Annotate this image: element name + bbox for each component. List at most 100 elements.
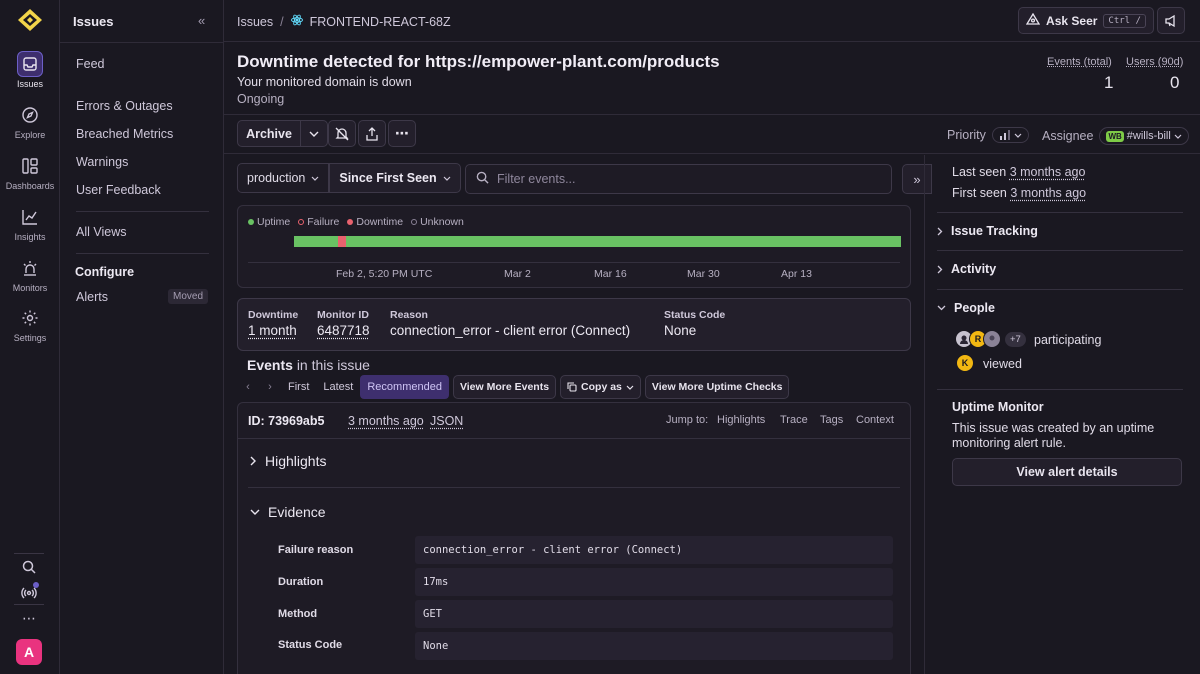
sidebar-item-user-feedback[interactable]: User Feedback [76,183,161,197]
siren-icon [17,255,43,281]
recommended-event-tab[interactable]: Recommended [360,375,449,399]
view-more-events-button[interactable]: View More Events [452,375,557,399]
chevron-down-icon [443,176,451,181]
divider [248,487,900,488]
chevron-down-icon[interactable] [301,121,327,146]
users-label[interactable]: Users (90d) [1126,56,1183,68]
jump-to-label: Jump to: [666,414,709,426]
top-bar: Issues / FRONTEND-REACT-68Z Ask Seer Ctr… [224,0,1200,42]
participant-avatars[interactable]: R +7 [955,330,1026,348]
evidence-label: Status Code [278,639,343,651]
issue-tracking-toggle[interactable]: Issue Tracking [937,224,1038,238]
breadcrumb-issues[interactable]: Issues [237,15,273,29]
events-total-label[interactable]: Events (total) [1047,56,1112,68]
environment-selector[interactable]: production [237,163,330,193]
search-icon[interactable] [15,553,43,581]
notification-dot [33,582,39,588]
monitor-id-value[interactable]: 6487718 [317,323,370,338]
date-range-selector[interactable]: Since First Seen [329,163,461,193]
jump-context-link[interactable]: Context [856,414,894,426]
user-avatar[interactable]: A [16,639,42,665]
collapse-sidebar-icon[interactable]: « [198,13,205,28]
people-toggle[interactable]: People [937,301,995,315]
timeline-tick: Mar 30 [687,268,720,280]
assignee-dropdown[interactable]: WB #wills-bill [1099,127,1189,145]
more-icon[interactable]: ⋯ [15,604,43,632]
timeline-tick: Mar 2 [504,268,531,280]
priority-dropdown[interactable] [991,127,1029,143]
legend-failure: Failure [298,216,339,228]
sidebar-title: Issues [73,14,114,29]
activity-toggle[interactable]: Activity [937,262,996,276]
downtime-segment[interactable] [338,236,346,247]
more-actions-icon[interactable]: ⋯ [388,120,416,147]
downtime-value: 1 month [248,323,297,338]
timeline-tick: Apr 13 [781,268,812,280]
uptime-monitor-description: This issue was created by an uptime moni… [952,421,1155,450]
sentry-logo-icon[interactable] [16,8,44,32]
chevron-right-icon[interactable]: › [259,381,281,393]
sidebar-item-breached-metrics[interactable]: Breached Metrics [76,127,173,141]
events-total-value: 1 [1104,73,1114,92]
legend-uptime: Uptime [248,216,290,228]
share-icon[interactable] [358,120,386,147]
first-seen-value: 3 months ago [1010,186,1087,200]
jump-trace-link[interactable]: Trace [780,414,808,426]
jump-highlights-link[interactable]: Highlights [717,414,765,426]
rail-item-issues[interactable]: Issues [0,51,60,89]
mute-icon[interactable] [328,120,356,147]
more-participants-badge: +7 [1005,331,1026,347]
megaphone-icon[interactable] [1157,7,1185,34]
rail-item-dashboards[interactable]: Dashboards [0,153,60,191]
event-navigation: ‹ › First Latest Recommended View More E… [237,375,790,399]
rail-item-explore[interactable]: Explore [0,102,60,140]
chevron-down-icon [937,305,946,311]
legend-downtime: Downtime [347,216,403,228]
view-more-uptime-checks-button[interactable]: View More Uptime Checks [644,375,790,399]
sidebar-item-alerts[interactable]: Alerts [76,290,108,304]
sidebar-item-all-views[interactable]: All Views [76,225,126,239]
divider [76,253,209,254]
archive-button[interactable]: Archive [238,121,301,146]
evidence-label: Failure reason [278,544,354,556]
legend-unknown: Unknown [411,216,464,228]
compass-icon [17,102,43,128]
event-search-input[interactable]: Filter events... [465,164,892,194]
avatar [983,330,1001,348]
divider [76,211,209,212]
date-range-value: Since First Seen [339,171,437,185]
chevron-down-icon [311,176,319,181]
sidebar-item-warnings[interactable]: Warnings [76,155,128,169]
sidebar-item-errors-outages[interactable]: Errors & Outages [76,99,173,113]
broadcast-icon[interactable] [15,579,43,607]
view-alert-details-button[interactable]: View alert details [952,458,1182,486]
seer-icon [1025,12,1041,28]
viewer-avatar[interactable]: K [956,354,974,372]
search-icon [476,171,489,187]
rail-item-settings[interactable]: Settings [0,305,60,343]
highlights-section-toggle[interactable]: Highlights [250,453,326,469]
first-event-tab[interactable]: First [281,375,316,399]
issue-sidebar: Last seen 3 months ago First seen 3 mont… [924,155,1200,674]
filter-bar: production Since First Seen [237,163,461,193]
assignee-field: Assignee WB #wills-bill [1042,127,1189,145]
first-seen: First seen 3 months ago [952,186,1087,200]
chevron-right-icon [937,227,943,235]
uptime-timeline: Uptime Failure Downtime Unknown Feb 2, 5… [237,205,911,288]
evidence-value: 17ms [415,568,893,596]
jump-tags-link[interactable]: Tags [820,414,843,426]
latest-event-tab[interactable]: Latest [316,375,360,399]
breadcrumb-project[interactable]: FRONTEND-REACT-68Z [310,15,451,29]
rail-item-insights[interactable]: Insights [0,204,60,242]
evidence-section-toggle[interactable]: Evidence [250,504,326,520]
uptime-bar[interactable] [294,236,901,247]
sidebar-item-feed[interactable]: Feed [76,57,105,71]
ask-seer-button[interactable]: Ask Seer Ctrl / [1018,7,1154,34]
rail-item-monitors[interactable]: Monitors [0,255,60,293]
archive-button-group: Archive [237,120,328,147]
copy-as-button[interactable]: Copy as [560,375,641,399]
json-link[interactable]: JSON [430,414,463,428]
chevron-left-icon[interactable]: ‹ [237,381,259,393]
priority-label: Priority [947,128,986,142]
priority-field: Priority [947,127,1029,143]
